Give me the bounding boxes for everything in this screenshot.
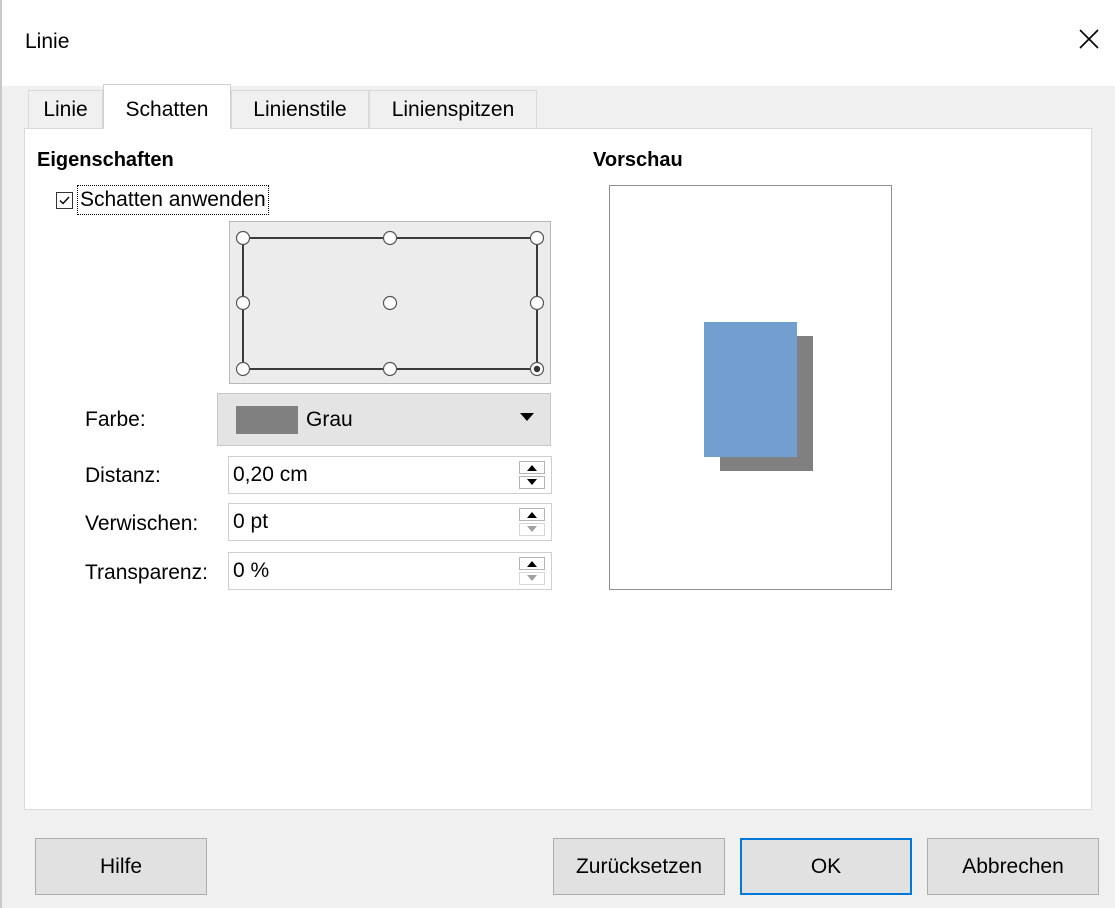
blur-label: Verwischen:: [85, 512, 199, 535]
position-top-right: [529, 230, 545, 246]
tab-schatten[interactable]: Schatten: [103, 84, 231, 129]
distance-down-button[interactable]: [519, 476, 545, 489]
position-bottom-center: [382, 361, 398, 377]
blur-value: 0 pt: [233, 510, 269, 533]
distance-label: Distanz:: [85, 464, 161, 487]
distance-spinner[interactable]: [519, 461, 545, 489]
ok-button[interactable]: OK: [740, 838, 912, 895]
transparency-spinner[interactable]: [519, 557, 545, 585]
preview-heading: Vorschau: [593, 149, 683, 171]
tab-linienspitzen[interactable]: Linienspitzen: [369, 90, 537, 128]
chevron-down-icon: [520, 413, 534, 421]
help-button[interactable]: Hilfe: [35, 838, 207, 895]
blur-down-button[interactable]: [519, 523, 545, 536]
shadow-position-selector[interactable]: [229, 221, 551, 384]
window-title: Linie: [25, 30, 70, 53]
arrow-down-icon: [527, 526, 537, 532]
color-label: Farbe:: [85, 408, 146, 431]
apply-shadow-checkbox[interactable]: Schatten anwenden: [56, 184, 269, 216]
transparency-down-button[interactable]: [519, 572, 545, 585]
transparency-field[interactable]: 0 %: [228, 552, 552, 590]
position-top-left: [235, 230, 251, 246]
arrow-down-icon: [527, 479, 537, 485]
transparency-label: Transparenz:: [85, 561, 208, 584]
preview-shape: [704, 322, 797, 457]
tab-linienstile[interactable]: Linienstile: [231, 90, 369, 128]
blur-spinner[interactable]: [519, 508, 545, 536]
arrow-up-icon: [527, 465, 537, 471]
tab-linie[interactable]: Linie: [28, 90, 103, 128]
checkbox-checked-icon[interactable]: [56, 191, 73, 209]
apply-shadow-label: Schatten anwenden: [77, 185, 269, 215]
transparency-value: 0 %: [233, 559, 270, 582]
arrow-up-icon: [527, 512, 537, 518]
arrow-up-icon: [527, 561, 537, 567]
position-middle-right: [529, 295, 545, 311]
reset-button[interactable]: Zurücksetzen: [553, 838, 725, 895]
position-top-center: [382, 230, 398, 246]
arrow-down-icon: [527, 575, 537, 581]
blur-field[interactable]: 0 pt: [228, 503, 552, 541]
properties-heading: Eigenschaften: [37, 149, 174, 171]
cancel-button[interactable]: Abbrechen: [927, 838, 1099, 895]
window-border: [0, 0, 2, 908]
distance-field[interactable]: 0,20 cm: [228, 456, 552, 494]
distance-up-button[interactable]: [519, 461, 545, 474]
distance-value: 0,20 cm: [233, 463, 308, 486]
blur-up-button[interactable]: [519, 508, 545, 521]
transparency-up-button[interactable]: [519, 557, 545, 570]
color-swatch: [236, 406, 298, 434]
title-bar: [0, 0, 1115, 86]
position-center: [382, 295, 398, 311]
preview-area: [609, 185, 892, 590]
color-value: Grau: [306, 408, 353, 431]
close-icon[interactable]: [1072, 22, 1106, 56]
color-dropdown[interactable]: Grau: [217, 393, 551, 446]
position-selected-dot: [533, 365, 541, 373]
position-middle-left: [235, 295, 251, 311]
position-bottom-left: [235, 361, 251, 377]
tab-panel: [24, 128, 1092, 810]
